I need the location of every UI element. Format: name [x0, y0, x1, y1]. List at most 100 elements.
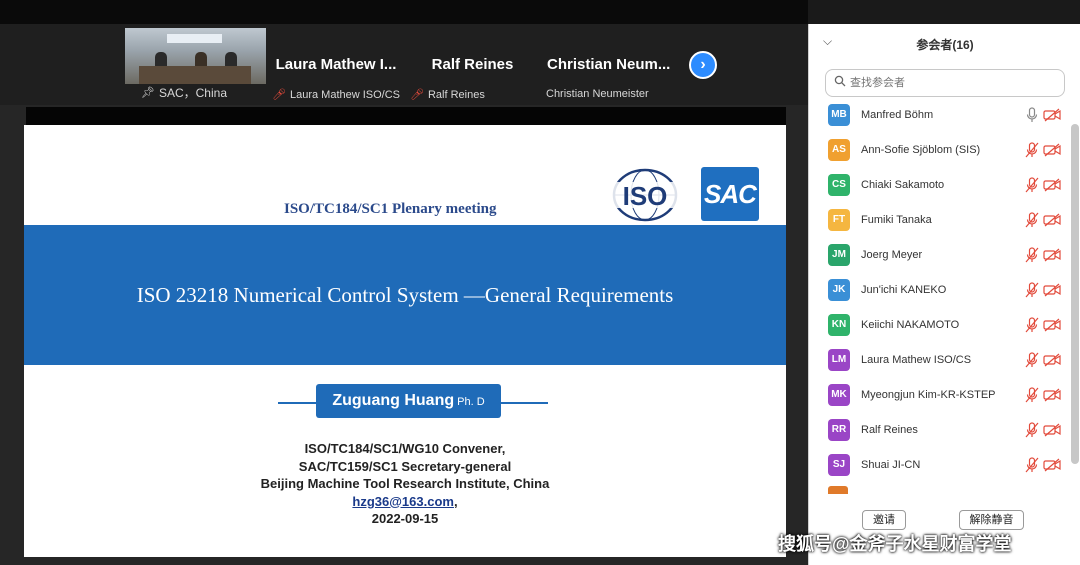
participant-row[interactable]: RR Ralf Reines [809, 414, 1071, 448]
video-off-icon[interactable] [1043, 458, 1061, 472]
participant-row[interactable]: KN Keiichi NAKAMOTO [809, 309, 1071, 343]
presenter-badge: Zuguang Huang Ph. D [316, 384, 501, 418]
mic-muted-icon[interactable] [1025, 177, 1039, 193]
participant-row[interactable]: SJ Shuai JI-CN [809, 449, 1071, 483]
next-page-button[interactable]: › [689, 51, 717, 79]
pin-icon: 📌︎ [141, 87, 155, 99]
mic-muted-icon[interactable] [1025, 282, 1039, 298]
invite-button[interactable]: 邀请 [862, 510, 906, 530]
participant-name: Laura Mathew ISO/CS [861, 354, 972, 366]
mic-muted-icon[interactable] [1025, 352, 1039, 368]
presenter-name: Zuguang Huang [332, 392, 455, 409]
avatar: AS [828, 139, 850, 161]
avatar: CS [828, 174, 850, 196]
video-off-icon[interactable] [1043, 423, 1061, 437]
participant-name: Fumiki Tanaka [861, 214, 932, 226]
participant-name: Shuai JI-CN [861, 459, 921, 471]
video-off-icon[interactable] [1043, 248, 1061, 262]
info-line: ISO/TC184/SC1/WG10 Convener, [304, 441, 506, 456]
participant-name: Jun'ichi KANEKO [861, 284, 947, 296]
top-bar [0, 0, 808, 24]
participant-name: Ralf Reines [861, 424, 918, 436]
video-off-icon[interactable] [1043, 108, 1061, 122]
sac-logo: SAC [701, 167, 759, 221]
video-off-icon[interactable] [1043, 318, 1061, 332]
avatar: RR [828, 419, 850, 441]
mic-muted-icon[interactable] [1025, 247, 1039, 263]
tile-name: Christian Neum... [547, 56, 671, 73]
shared-slide: ISO/TC184/SC1 Plenary meeting ISO SAC IS… [24, 125, 786, 557]
panel-title: 参会者(16) [916, 38, 974, 52]
participant-row[interactable]: AS Ann-Sofie Sjöblom (SIS) [809, 134, 1071, 168]
mic-muted-icon: 🎤︎ [272, 89, 286, 101]
video-tile-christian[interactable]: Christian Neum... Christian Neumeister [541, 28, 681, 104]
participant-list: MB Manfred Böhm AS Ann-Sofie Sjöblom (SI… [809, 99, 1071, 494]
video-tile-laura[interactable]: Laura Mathew I... 🎤︎ Laura Mathew ISO/CS [270, 28, 402, 104]
share-topbar [26, 107, 786, 125]
info-email-line: hzg36@163.com, [352, 493, 458, 509]
panel-header: ⌵ 参会者(16) [809, 24, 1080, 62]
mic-muted-icon[interactable] [1025, 317, 1039, 333]
list-scrollbar[interactable] [1071, 124, 1079, 464]
title-band: ISO 23218 Numerical Control System —Gene… [24, 225, 786, 365]
video-off-icon[interactable] [1043, 353, 1061, 367]
meeting-title: ISO/TC184/SC1 Plenary meeting [284, 201, 497, 217]
participant-name: Ann-Sofie Sjöblom (SIS) [861, 144, 981, 156]
slide-title: ISO 23218 Numerical Control System —Gene… [136, 283, 674, 307]
mic-muted-icon: 🎤︎ [410, 89, 424, 101]
participant-row[interactable]: JM Joerg Meyer [809, 239, 1071, 273]
mic-muted-icon[interactable] [1025, 422, 1039, 438]
participant-name: Keiichi NAKAMOTO [861, 319, 960, 331]
unmute-all-button[interactable]: 解除静音 [959, 510, 1024, 530]
presenter-info: ISO/TC184/SC1/WG10 Convener, SAC/TC159/S… [24, 440, 786, 528]
iso-logo: ISO [611, 168, 679, 222]
participant-row[interactable]: JK Jun'ichi KANEKO [809, 274, 1071, 308]
mic-muted-icon[interactable] [1025, 212, 1039, 228]
tile-sub-label: Ralf Reines [427, 88, 485, 101]
participant-name: Joerg Meyer [861, 249, 923, 261]
video-tile-ralf[interactable]: Ralf Reines 🎤︎ Ralf Reines [410, 28, 535, 104]
video-strip: 📌︎ SAC，China Laura Mathew I... 🎤︎ Laura … [0, 0, 808, 105]
tile-name: Laura Mathew I... [275, 56, 397, 73]
avatar: JK [828, 279, 850, 301]
email-link[interactable]: hzg36@163.com [352, 494, 454, 509]
info-line: SAC/TC159/SC1 Secretary-general [298, 458, 512, 474]
search-input[interactable] [850, 74, 1055, 92]
next-avatar-partial [828, 486, 848, 494]
video-tile-sac: 📌︎ SAC，China [135, 28, 265, 104]
info-line: Beijing Machine Tool Research Institute,… [260, 476, 550, 491]
avatar: MK [828, 384, 850, 406]
video-off-icon[interactable] [1043, 143, 1061, 157]
video-off-icon[interactable] [1043, 213, 1061, 227]
avatar: SJ [828, 454, 850, 476]
video-off-icon[interactable] [1043, 283, 1061, 297]
participant-name: Chiaki Sakamoto [861, 179, 945, 191]
participant-row[interactable]: MK Myeongjun Kim-KR-KSTEP [809, 379, 1071, 413]
participant-search[interactable] [825, 69, 1065, 97]
presenter-degree: Ph. D [457, 396, 485, 408]
info-date: 2022-09-15 [371, 511, 439, 526]
participant-row[interactable]: MB Manfred Böhm [809, 99, 1071, 133]
participant-row[interactable]: FT Fumiki Tanaka [809, 204, 1071, 238]
meeting-window: 📌︎ SAC，China Laura Mathew I... 🎤︎ Laura … [0, 0, 1080, 565]
avatar: MB [828, 104, 850, 126]
tile-name: Ralf Reines [431, 56, 514, 73]
participants-panel: ⌵ 参会者(16) MB Manfred Böhm AS Ann-Sofie S… [808, 24, 1080, 565]
avatar: LM [828, 349, 850, 371]
video-off-icon[interactable] [1043, 178, 1061, 192]
mic-muted-icon[interactable] [1025, 387, 1039, 403]
mic-muted-icon[interactable] [1025, 142, 1039, 158]
participant-name: Myeongjun Kim-KR-KSTEP [861, 389, 996, 401]
iso-logo-text: ISO [623, 181, 668, 211]
watermark: 搜狐号@金斧子水星财富学堂 [778, 534, 1012, 554]
participant-name: Manfred Böhm [861, 109, 934, 121]
video-off-icon[interactable] [1043, 388, 1061, 402]
tile-sub-label: Christian Neumeister [546, 88, 649, 100]
mic-icon[interactable] [1025, 107, 1039, 123]
avatar: FT [828, 209, 850, 231]
tile-sub-label: SAC，China [158, 86, 227, 100]
participant-row[interactable]: LM Laura Mathew ISO/CS [809, 344, 1071, 378]
avatar: JM [828, 244, 850, 266]
mic-muted-icon[interactable] [1025, 457, 1039, 473]
participant-row[interactable]: CS Chiaki Sakamoto [809, 169, 1071, 203]
